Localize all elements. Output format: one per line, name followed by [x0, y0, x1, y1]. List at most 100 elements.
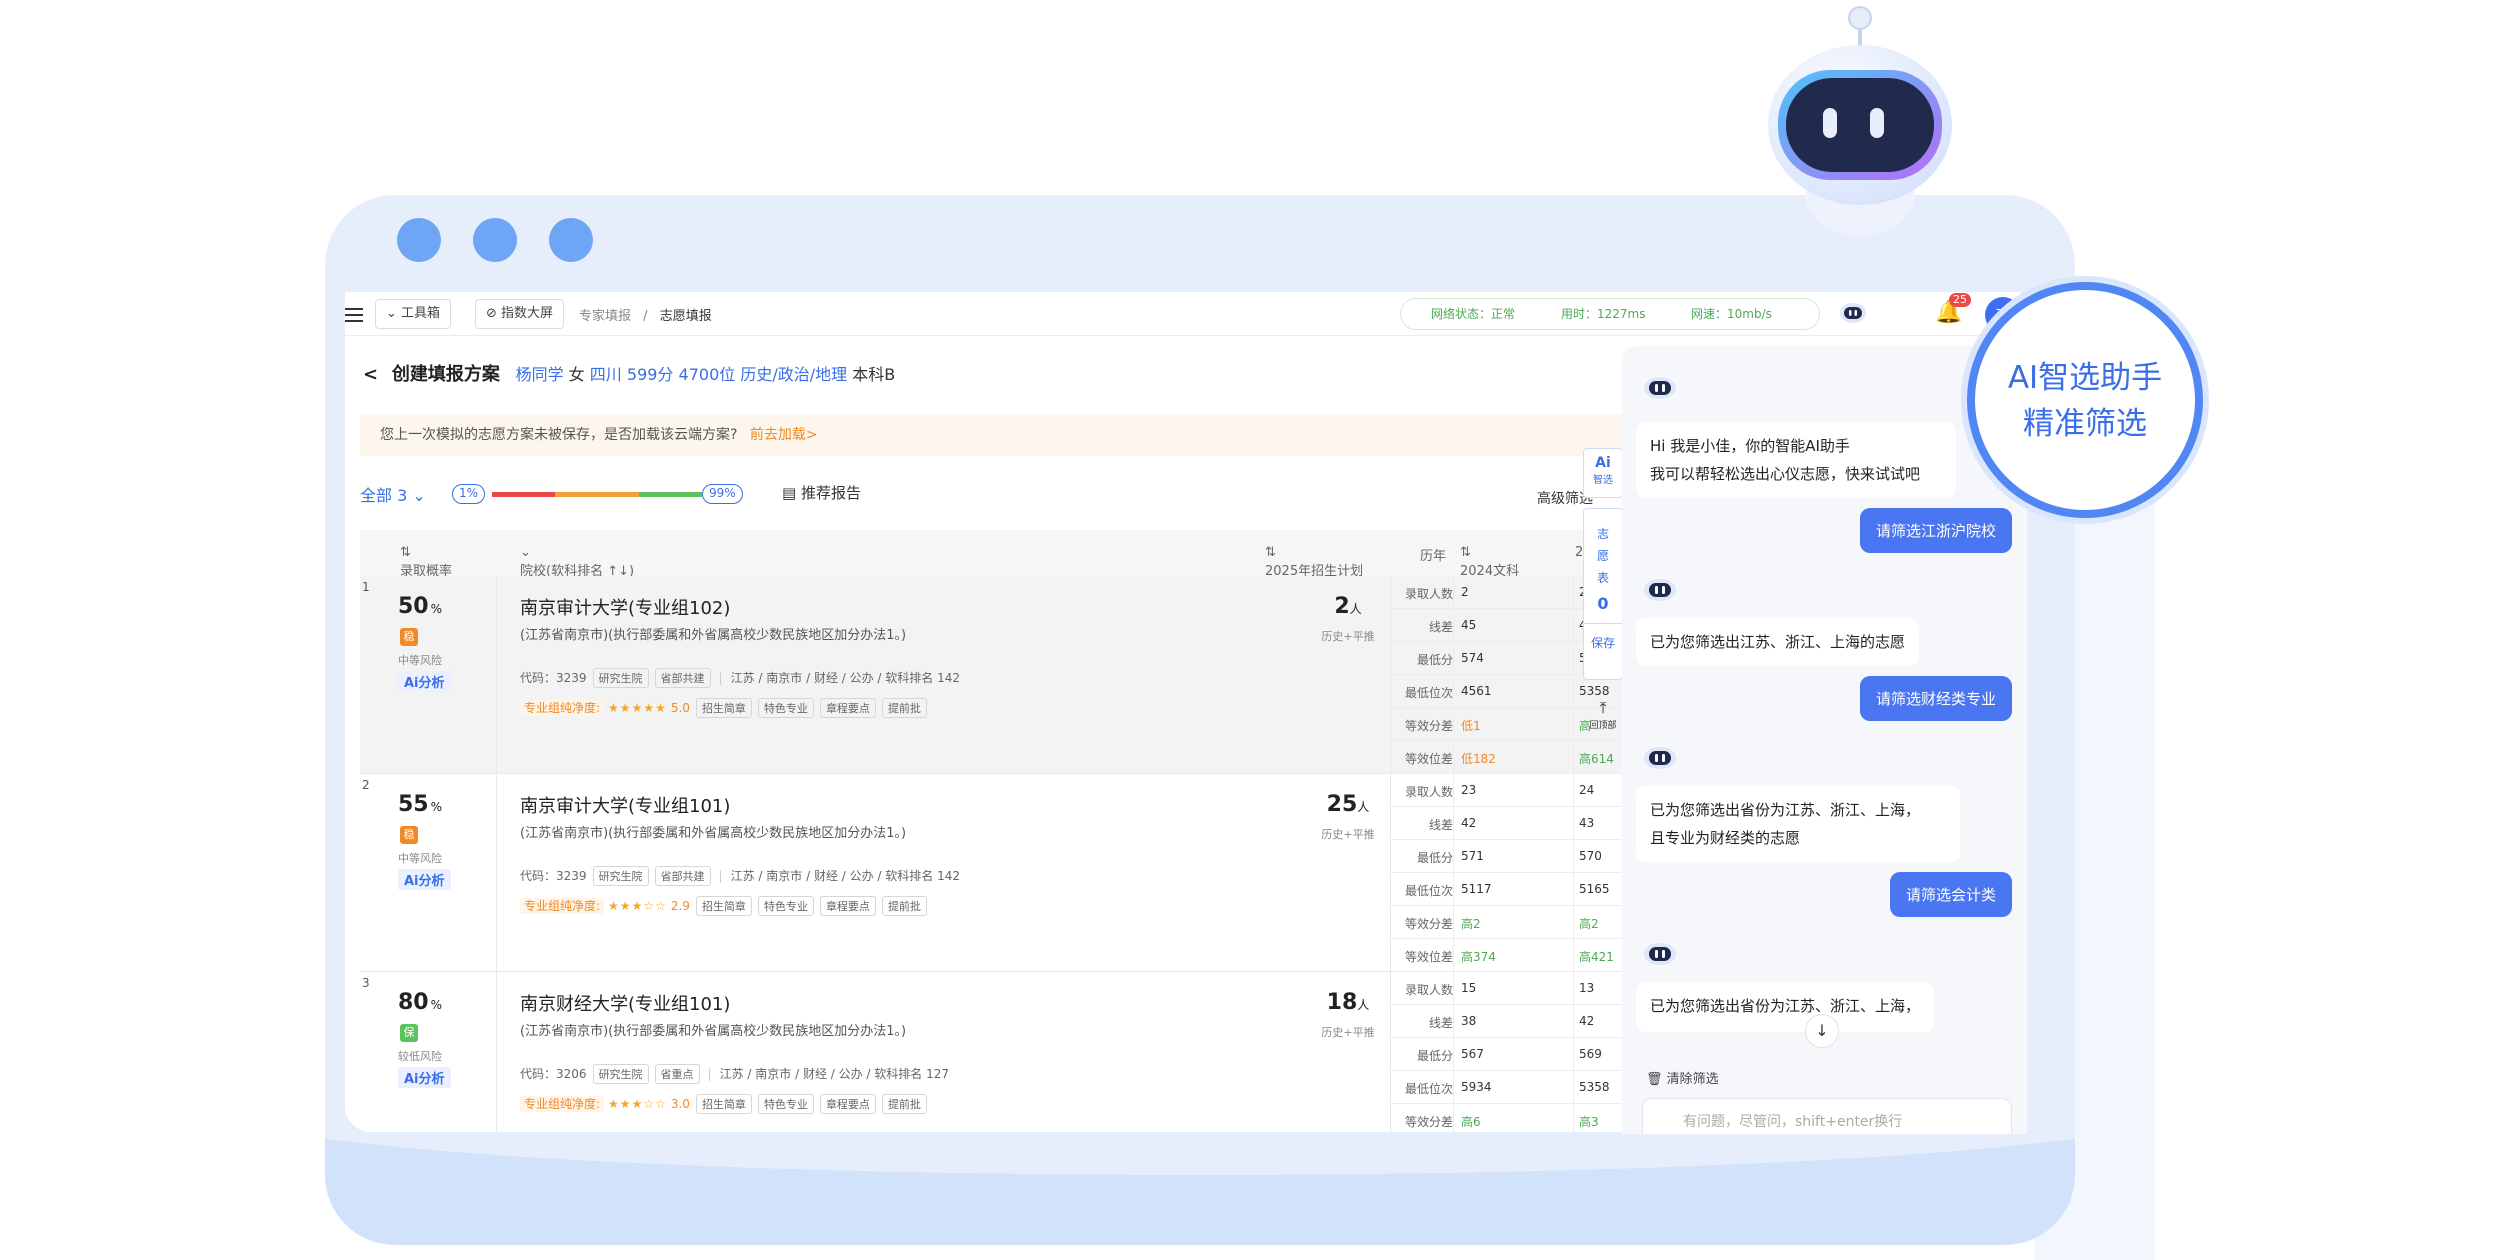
info-chip[interactable]: 提前批	[881, 698, 927, 718]
strength-label: 专业组纯净度:	[520, 700, 605, 716]
school-name[interactable]: 南京审计大学(专业组101)	[520, 792, 730, 818]
info-chip[interactable]: 特色专业	[757, 896, 814, 916]
table-row[interactable]: 2 55% 稳中等风险 Ai分析 南京审计大学(专业组101) (江苏省南京市)(执行部委…	[360, 774, 1761, 972]
clear-filter-button[interactable]: 🗑 清除筛选	[1646, 1068, 1719, 1087]
stat-divider	[1453, 1005, 1454, 1038]
stat-divider	[1573, 609, 1574, 642]
stat-divider	[1453, 1038, 1454, 1071]
ai-analysis-button[interactable]: Ai分析	[398, 671, 451, 692]
speed-readout: 网速：10mb/s	[1691, 307, 1772, 321]
stat-divider	[1573, 675, 1574, 708]
info-chip[interactable]: 章程要点	[819, 896, 876, 916]
stat-value-2024: 5117	[1461, 882, 1492, 896]
volunteer-count: 0	[1597, 594, 1609, 613]
unsaved-notice: 您上一次模拟的志愿方案未被保存，是否加载该云端方案? 前去加载>	[360, 414, 1760, 456]
school-note: (江苏省南京市)(执行部委属和外省属高校少数民族地区加分办法1。)	[520, 1024, 907, 1039]
stat-key: 录取人数	[1404, 983, 1453, 997]
volunteer-table-tab[interactable]: 志 愿 表 0 保存	[1583, 508, 1623, 680]
ai-robot-icon[interactable]	[1840, 302, 1866, 324]
range-high-handle[interactable]: 99%	[702, 484, 743, 504]
window-dot-2	[473, 218, 517, 262]
info-chip[interactable]: 提前批	[881, 896, 927, 916]
scroll-down-icon[interactable]: ↓	[1805, 1014, 1839, 1048]
info-chip[interactable]: 招生简章	[695, 698, 752, 718]
user-message: 请筛选财经类专业	[1859, 676, 2012, 721]
strength-score: 2.9	[670, 899, 690, 913]
chat-input[interactable]: 有问题，尽管问，shift+enter换行	[1642, 1098, 2012, 1134]
info-chip[interactable]: 提前批	[881, 1094, 927, 1114]
breadcrumb-current: 志愿填报	[659, 309, 712, 324]
school-name[interactable]: 南京审计大学(专业组102)	[520, 594, 730, 620]
strength-line: 专业组纯净度: ★★★★★ 5.0 招生简章 特色专业 章程要点 提前批	[520, 698, 927, 718]
stat-divider	[1573, 840, 1574, 873]
col-plan[interactable]: 2025年招生计划 ⇅	[1265, 545, 1363, 579]
bot-message-line: 我可以帮轻松选出心仪志愿，快来试试吧	[1650, 465, 1921, 483]
admission-probability: 55%	[398, 792, 442, 817]
stat-divider	[1573, 1005, 1574, 1038]
chat-input-placeholder: 有问题，尽管问，shift+enter换行	[1683, 1114, 1903, 1130]
plan-count: 2	[1334, 594, 1350, 619]
probability-range-slider[interactable]: 1% 99%	[452, 484, 752, 504]
ai-analysis-button[interactable]: Ai分析	[398, 1067, 451, 1088]
school-code: 代码：3239	[520, 869, 587, 883]
star-rating-icon: ★★★★★	[608, 701, 667, 715]
filter-all-dropdown[interactable]: 全部 3 ⌄	[360, 482, 426, 506]
school-tag: 研究生院	[592, 1064, 649, 1084]
school-code-line: 代码：3206 研究生院 省重点 | 江苏 / 南京市 / 财经 / 公办 / 软科排名…	[520, 1064, 949, 1084]
col-school[interactable]: 院校(软科排名 ↑↓) ⌄	[520, 545, 634, 579]
report-label: 推荐报告	[800, 484, 861, 502]
load-plan-link[interactable]: 前去加载>	[750, 427, 818, 443]
breadcrumb-parent[interactable]: 专家填报	[579, 309, 631, 324]
stat-value-2024: 42	[1461, 816, 1477, 830]
window-dot-3	[549, 218, 593, 262]
info-chip[interactable]: 招生简章	[695, 896, 752, 916]
stat-key: 最低位次	[1404, 884, 1453, 898]
separator: |	[718, 869, 723, 883]
range-low-handle[interactable]: 1%	[452, 484, 486, 504]
toolbox-button[interactable]: ⌄ 工具箱	[375, 299, 452, 329]
table-row[interactable]: 3 80% 保较低风险 Ai分析 南京财经大学(专业组101) (江苏省南京市)(执行部委…	[360, 972, 1761, 1132]
stat-key: 线差	[1428, 1016, 1453, 1030]
stat-key: 线差	[1428, 818, 1453, 832]
info-chip[interactable]: 招生简章	[695, 1094, 752, 1114]
school-note: (江苏省南京市)(执行部委属和外省属高校少数民族地区加分办法1。)	[520, 628, 907, 643]
stat-key: 最低分	[1416, 653, 1453, 667]
stat-divider	[1573, 807, 1574, 840]
stat-divider	[1453, 807, 1454, 840]
school-code: 代码：3206	[520, 1067, 587, 1081]
stat-divider	[1573, 972, 1574, 1005]
stat-divider	[1453, 576, 1454, 609]
col-prob[interactable]: 录取概率 ⇅	[400, 545, 452, 579]
recommend-report-button[interactable]: ▤ 推荐报告	[782, 482, 861, 503]
stat-value-2024: 低1	[1461, 719, 1481, 733]
stat-divider	[1573, 741, 1574, 774]
back-icon[interactable]: <	[363, 364, 378, 385]
range-track	[492, 492, 702, 497]
bigscreen-button[interactable]: ⊘ 指数大屏	[475, 299, 565, 329]
back-to-top-label: 回顶部	[1589, 721, 1617, 731]
stat-value-2024: 5934	[1461, 1080, 1492, 1094]
menu-toggle-icon[interactable]	[345, 304, 363, 322]
ai-analysis-button[interactable]: Ai分析	[398, 869, 451, 890]
stat-divider	[1573, 774, 1574, 807]
stat-divider	[1573, 1038, 1574, 1071]
school-tag: 省部共建	[654, 866, 711, 886]
back-to-top-button[interactable]: ⤒ 回顶部	[1583, 698, 1623, 738]
stat-value-2024: 567	[1461, 1047, 1484, 1061]
school-name[interactable]: 南京财经大学(专业组101)	[520, 990, 730, 1016]
bot-avatar-icon	[1644, 747, 1676, 769]
save-button[interactable]: 保存	[1584, 623, 1622, 654]
table-row[interactable]: 1 50% 稳中等风险 Ai分析 南京审计大学(专业组102) (江苏省南京市)(执行部委…	[360, 576, 1761, 774]
risk-level: 较低风险	[398, 1050, 442, 1063]
student-province: 四川	[589, 365, 622, 384]
info-chip[interactable]: 章程要点	[819, 698, 876, 718]
stat-value-prev: 570	[1579, 849, 1602, 863]
info-chip[interactable]: 特色专业	[757, 698, 814, 718]
info-chip[interactable]: 章程要点	[819, 1094, 876, 1114]
info-chip[interactable]: 特色专业	[757, 1094, 814, 1114]
window-dot-1	[397, 218, 441, 262]
col-year1[interactable]: 2024文科 ⇅	[1460, 545, 1519, 579]
row-index: 2	[362, 778, 370, 792]
strength-line: 专业组纯净度: ★★★☆☆ 2.9 招生简章 特色专业 章程要点 提前批	[520, 896, 927, 916]
ai-select-tab[interactable]: Ai 智选	[1583, 448, 1623, 498]
